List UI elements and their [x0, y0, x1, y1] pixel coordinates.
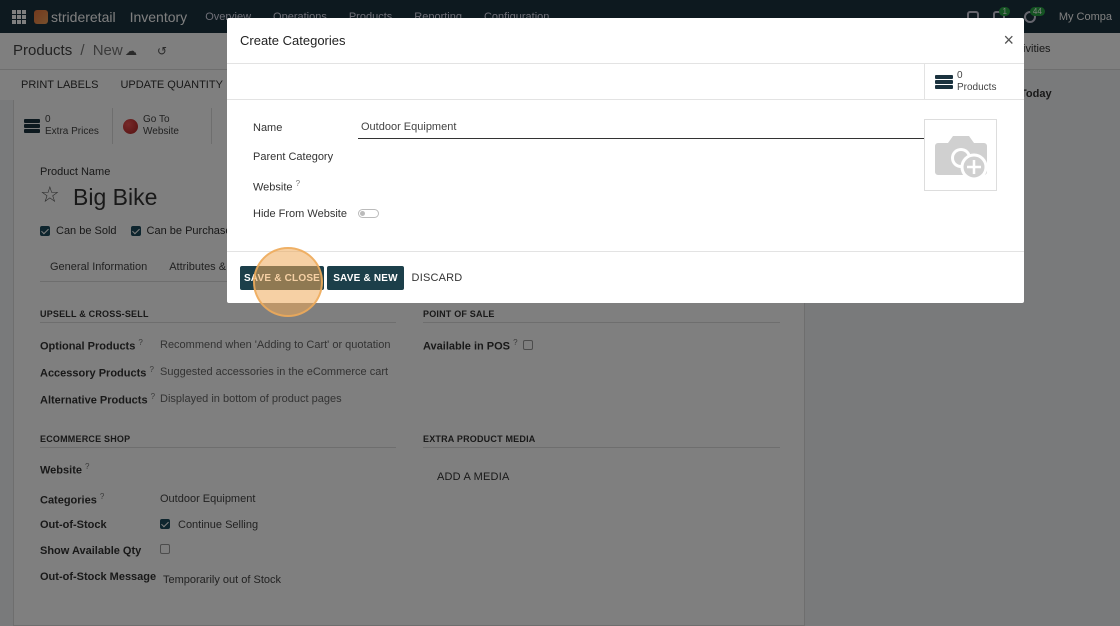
category-website-label: Website ? — [253, 179, 300, 194]
create-categories-dialog: Create Categories × 0 Products Name Outdo… — [227, 18, 1024, 303]
save-and-new-button[interactable]: SAVE & NEW — [327, 266, 404, 290]
discard-button[interactable]: DISCARD — [411, 266, 463, 290]
dialog-header: Create Categories × — [227, 18, 1024, 64]
parent-category-label: Parent Category — [253, 151, 334, 163]
hide-from-website-toggle[interactable] — [358, 209, 379, 218]
category-name-label: Name — [253, 122, 283, 134]
category-products-label: Products — [957, 82, 997, 93]
category-products-button[interactable]: 0 Products — [924, 64, 1024, 100]
category-website-text: Website — [253, 181, 293, 194]
hide-from-website-label: Hide From Website — [253, 208, 347, 220]
help-icon[interactable]: ? — [296, 179, 300, 188]
list-icon — [935, 75, 953, 89]
camera-add-icon — [934, 136, 987, 181]
dialog-title: Create Categories — [240, 33, 346, 48]
category-website-input[interactable] — [358, 175, 924, 193]
category-name-input[interactable]: Outdoor Equipment — [358, 121, 924, 139]
category-image-upload[interactable] — [924, 119, 997, 191]
close-icon[interactable]: × — [1003, 30, 1014, 51]
dialog-footer: SAVE & CLOSE SAVE & NEW DISCARD — [227, 251, 1024, 303]
category-products-count: 0 — [957, 70, 963, 81]
dialog-smart-row: 0 Products — [227, 64, 1024, 100]
save-and-close-button[interactable]: SAVE & CLOSE — [240, 266, 324, 290]
parent-category-input[interactable] — [358, 146, 924, 164]
